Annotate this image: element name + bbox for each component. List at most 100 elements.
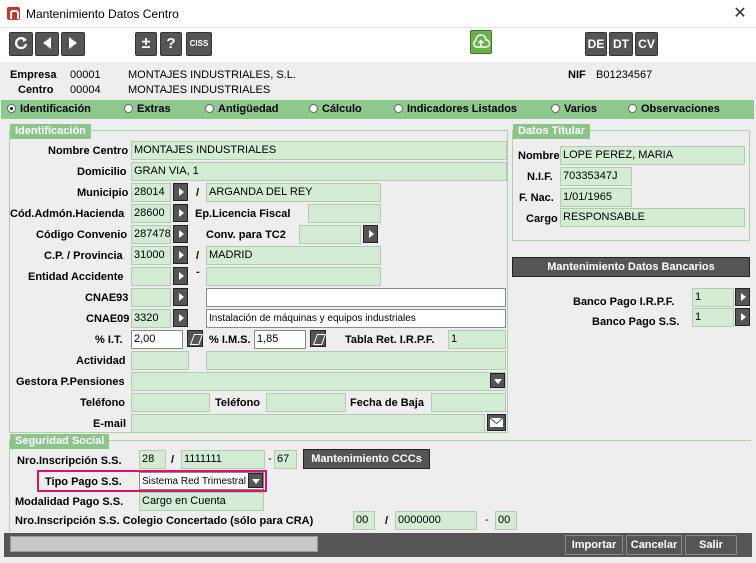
titular-nombre-label: Nombre <box>518 150 560 162</box>
colegio-b-field[interactable]: 0000000 <box>395 511 477 530</box>
dt-button[interactable]: DT <box>609 32 633 56</box>
nombre-centro-label: Nombre Centro <box>48 145 129 157</box>
colegio-a-field[interactable]: 00 <box>353 511 375 530</box>
cnae93-desc-field[interactable] <box>206 288 506 307</box>
gestora-dropdown-button[interactable] <box>490 373 505 388</box>
cnae09-desc-field[interactable]: Instalación de máquinas y equipos indust… <box>206 309 506 328</box>
conv-tc2-field[interactable] <box>299 225 361 244</box>
salir-button[interactable]: Salir <box>685 535 737 555</box>
tabla-irpf-label: Tabla Ret. I.R.P.F. <box>345 334 435 346</box>
refresh-button[interactable] <box>9 32 33 56</box>
titular-cargo-field[interactable]: RESPONSABLE <box>560 208 745 227</box>
entidad-label: Entidad Accidente <box>28 271 124 283</box>
tipo-pago-dropdown-button[interactable] <box>248 473 263 488</box>
tab-calculo[interactable]: Cálculo <box>309 101 362 118</box>
entidad-code-field[interactable] <box>131 267 171 286</box>
fecha-baja-field[interactable] <box>431 393 506 412</box>
cnae93-code-field[interactable] <box>131 288 171 307</box>
actividad-code-field[interactable] <box>131 351 189 370</box>
hacienda-lookup-button[interactable] <box>173 204 188 222</box>
plus-minus-button[interactable]: ± <box>135 32 157 56</box>
nombre-centro-field[interactable]: MONTAJES INDUSTRIALES <box>131 141 507 160</box>
close-button[interactable]: ✕ <box>728 3 752 23</box>
email-label: E-mail <box>93 418 127 430</box>
gestora-select[interactable] <box>131 372 506 391</box>
telefono2-field[interactable] <box>266 393 346 412</box>
ims-field[interactable]: 1,85 <box>254 330 306 349</box>
cv-button[interactable]: CV <box>635 32 658 56</box>
titular-cargo-label: Cargo <box>526 213 558 225</box>
previous-button[interactable] <box>35 32 59 56</box>
tab-antiguedad[interactable]: Antigüedad <box>205 101 279 118</box>
empresa-label: Empresa <box>10 69 57 81</box>
mantenimiento-cccs-button[interactable]: Mantenimiento CCCs <box>303 449 430 469</box>
actividad-desc-field[interactable] <box>206 351 506 370</box>
municipio-lookup-button[interactable] <box>173 183 188 201</box>
entidad-lookup-button[interactable] <box>173 267 188 285</box>
arrow-left-icon <box>43 37 51 49</box>
nro-inscripcion-a-field[interactable]: 28 <box>139 450 166 469</box>
cnae09-lookup-button[interactable] <box>173 309 188 327</box>
titular-nif-field[interactable]: 70335347J <box>560 167 632 186</box>
ciss-button[interactable]: CISS <box>186 32 212 56</box>
it-field[interactable]: 2,00 <box>131 330 183 349</box>
tipo-pago-select[interactable]: Sistema Red Trimestral <box>139 472 264 490</box>
toolbar: ± ? CISS DE DT CV <box>0 28 756 62</box>
empresa-code: 00001 <box>70 69 101 81</box>
cnae09-label: CNAE09 <box>86 313 130 325</box>
municipio-code-field[interactable]: 28014 <box>131 183 171 202</box>
tab-extras[interactable]: Extras <box>124 101 171 118</box>
nif-label: NIF <box>568 69 586 81</box>
modalidad-pago-field[interactable]: Cargo en Cuenta <box>139 492 264 511</box>
conv-tc2-lookup-button[interactable] <box>363 225 378 243</box>
tab-varios[interactable]: Varios <box>551 101 597 118</box>
tabla-irpf-field[interactable]: 1 <box>448 330 506 349</box>
datos-bancarios-button[interactable]: Mantenimiento Datos Bancarios <box>512 257 750 277</box>
municipio-label: Municipio <box>77 187 129 199</box>
email-field[interactable] <box>131 414 485 433</box>
edit-it-button[interactable] <box>187 330 203 347</box>
nro-inscripcion-c-field[interactable]: 67 <box>274 450 297 469</box>
telefono-field[interactable] <box>131 393 210 412</box>
nro-inscripcion-b-field[interactable]: 1111111 <box>181 450 265 469</box>
tab-observaciones[interactable]: Observaciones <box>628 101 720 118</box>
radio-icon <box>309 104 318 113</box>
title-bar: Mantenimiento Datos Centro ✕ <box>0 0 756 28</box>
send-email-button[interactable] <box>487 414 506 431</box>
provincia-field[interactable]: MADRID <box>206 246 381 265</box>
titular-nombre-field[interactable]: LOPE PEREZ, MARIA <box>560 146 745 165</box>
next-button[interactable] <box>61 32 85 56</box>
cod-hacienda-field[interactable]: 28600 <box>131 204 171 223</box>
tipo-pago-label: Tipo Pago S.S. <box>45 476 122 488</box>
domicilio-field[interactable]: GRAN VIA, 1 <box>131 162 507 181</box>
help-button[interactable]: ? <box>160 32 182 56</box>
ep-licencia-field[interactable] <box>308 204 381 223</box>
colegio-c-field[interactable]: 00 <box>495 511 517 530</box>
cp-field[interactable]: 31000 <box>131 246 171 265</box>
banco-ss-field[interactable]: 1 <box>692 308 734 327</box>
banco-irpf-lookup-button[interactable] <box>735 288 750 306</box>
importar-button[interactable]: Importar <box>565 535 623 555</box>
de-button[interactable]: DE <box>585 32 607 56</box>
provincia-lookup-button[interactable] <box>173 246 188 264</box>
banco-ss-lookup-button[interactable] <box>735 308 750 326</box>
banco-irpf-field[interactable]: 1 <box>692 288 734 307</box>
cnae09-code-field[interactable]: 3320 <box>131 309 171 328</box>
convenio-label: Código Convenio <box>36 229 128 241</box>
titular-nif-label: N.I.F. <box>527 171 553 183</box>
cloud-upload-button[interactable] <box>470 30 492 54</box>
tab-identificacion[interactable]: Identificación <box>7 101 91 118</box>
convenio-field[interactable]: 287478 <box>131 225 171 244</box>
centro-code: 00004 <box>70 84 101 96</box>
titular-fnac-field[interactable]: 1/01/1965 <box>560 188 632 207</box>
cnae93-label: CNAE93 <box>85 292 129 304</box>
convenio-lookup-button[interactable] <box>173 225 188 243</box>
cancelar-button[interactable]: Cancelar <box>626 535 682 555</box>
cp-label: C.P. / Provincia <box>44 250 123 262</box>
cnae93-lookup-button[interactable] <box>173 288 188 306</box>
tab-indicadores[interactable]: Indicadores Listados <box>394 101 517 118</box>
municipio-name-field[interactable]: ARGANDA DEL REY <box>206 183 381 202</box>
entidad-name-field[interactable] <box>206 267 381 286</box>
edit-ims-button[interactable] <box>310 330 326 347</box>
centro-label: Centro <box>18 84 54 96</box>
